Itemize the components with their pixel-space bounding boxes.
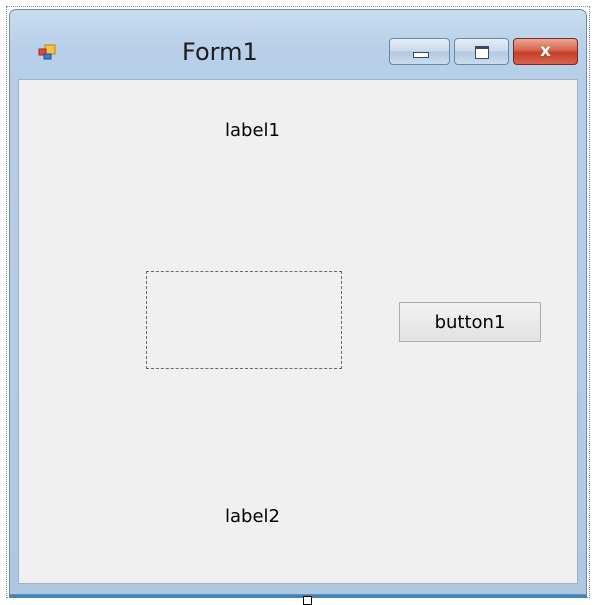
maximize-button[interactable]	[454, 38, 509, 65]
form-client-area[interactable]: label1 button1 label2	[18, 79, 578, 584]
minimize-button[interactable]	[389, 38, 450, 65]
title-bar[interactable]: Form1 x	[10, 10, 586, 78]
form-bottom-edge	[9, 595, 587, 598]
label2: label2	[225, 506, 280, 527]
close-icon: x	[540, 41, 551, 61]
picture-box[interactable]	[146, 271, 342, 369]
minimize-icon	[413, 52, 429, 58]
window-title: Form1	[182, 38, 258, 66]
label1: label1	[225, 120, 280, 141]
form-window[interactable]: Form1 x label1 button1 label2	[9, 9, 587, 595]
resize-handle[interactable]	[303, 596, 312, 605]
button1[interactable]: button1	[399, 302, 541, 342]
form-app-icon	[38, 44, 56, 60]
close-button[interactable]: x	[513, 38, 578, 65]
maximize-icon	[475, 46, 489, 59]
